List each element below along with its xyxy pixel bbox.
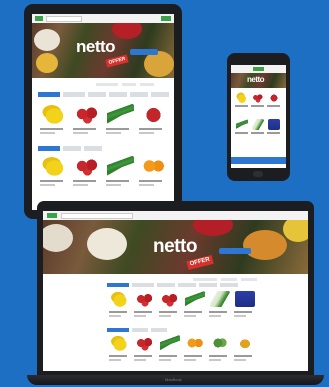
product-card[interactable]: [207, 291, 232, 325]
tablet-search-input[interactable]: [46, 16, 82, 22]
tab-4[interactable]: [109, 92, 127, 97]
tab-2[interactable]: [63, 92, 85, 97]
laptop-product-row-2: [107, 335, 257, 369]
product-card[interactable]: [234, 92, 250, 116]
tablet-product-row-2: [38, 156, 170, 196]
laptop-hero-button[interactable]: [219, 248, 251, 254]
phone-home-button[interactable]: [253, 171, 263, 177]
tablet-device: netto OFFER: [24, 4, 182, 219]
laptop-lid: netto OFFER: [37, 201, 314, 375]
tab-c[interactable]: [84, 146, 102, 151]
product-card[interactable]: [266, 119, 282, 143]
tab-1[interactable]: [107, 283, 129, 287]
product-card[interactable]: [266, 92, 282, 116]
tab-2[interactable]: [132, 283, 154, 287]
tab-4[interactable]: [178, 283, 196, 287]
tab-1[interactable]: [38, 92, 60, 97]
phone-hero-banner: netto: [231, 73, 286, 88]
product-card[interactable]: [104, 156, 137, 196]
product-card[interactable]: [107, 335, 132, 369]
tablet-hero-banner: netto OFFER: [32, 23, 174, 78]
phone-cart-bar[interactable]: [231, 157, 286, 164]
product-card[interactable]: [234, 119, 250, 143]
tablet-product-row-1: [38, 104, 170, 144]
tab-5[interactable]: [130, 92, 148, 97]
product-card[interactable]: [157, 291, 182, 325]
tablet-section-tabs: [38, 146, 170, 151]
tab-a[interactable]: [107, 328, 129, 332]
tablet-logo: netto: [76, 37, 116, 56]
laptop-logo: netto: [153, 236, 197, 257]
product-card[interactable]: [38, 104, 71, 144]
product-card[interactable]: [137, 104, 170, 144]
laptop-hero-banner: netto OFFER: [43, 220, 308, 274]
laptop-base: MacBook: [27, 375, 324, 385]
product-card[interactable]: [157, 335, 182, 369]
tablet-toolbar: [36, 82, 170, 87]
product-card[interactable]: [132, 291, 157, 325]
phone-device: netto: [227, 53, 290, 181]
tab-b[interactable]: [132, 328, 148, 332]
product-card[interactable]: [232, 291, 257, 325]
laptop-footer-label: MacBook: [165, 377, 182, 382]
tablet-brand-badge[interactable]: [35, 16, 43, 21]
tablet-screen: netto OFFER: [32, 14, 174, 210]
product-card[interactable]: [71, 104, 104, 144]
laptop-toolbar: [193, 277, 303, 282]
laptop-category-tabs: [107, 283, 257, 287]
laptop-search-input[interactable]: [61, 213, 133, 219]
product-card[interactable]: [182, 335, 207, 369]
phone-product-row-2: [234, 119, 283, 143]
product-card[interactable]: [38, 156, 71, 196]
tab-5[interactable]: [199, 283, 217, 287]
laptop-screen: netto OFFER: [43, 211, 308, 371]
laptop-section-tabs: [107, 328, 257, 332]
tab-c[interactable]: [151, 328, 167, 332]
phone-logo: netto: [247, 75, 265, 84]
phone-product-row-1: [234, 92, 283, 116]
product-card[interactable]: [232, 335, 257, 369]
product-card[interactable]: [250, 92, 266, 116]
tab-6[interactable]: [151, 92, 169, 97]
product-card[interactable]: [132, 335, 157, 369]
tab-b[interactable]: [63, 146, 81, 151]
product-card[interactable]: [104, 104, 137, 144]
laptop-brand-badge[interactable]: [47, 213, 57, 218]
product-card[interactable]: [250, 119, 266, 143]
tab-6[interactable]: [220, 283, 238, 287]
tab-3[interactable]: [157, 283, 175, 287]
phone-brand-badge[interactable]: [253, 67, 264, 71]
tab-a[interactable]: [38, 146, 60, 151]
product-card[interactable]: [107, 291, 132, 325]
product-card[interactable]: [207, 335, 232, 369]
laptop-product-row-1: [107, 291, 257, 325]
tab-3[interactable]: [88, 92, 106, 97]
product-card[interactable]: [71, 156, 104, 196]
phone-screen: netto: [231, 65, 286, 168]
tablet-hero-button[interactable]: [130, 49, 158, 55]
tablet-cart-icon[interactable]: [161, 16, 171, 21]
tablet-category-tabs: [38, 92, 170, 97]
product-card[interactable]: [182, 291, 207, 325]
product-card[interactable]: [137, 156, 170, 196]
